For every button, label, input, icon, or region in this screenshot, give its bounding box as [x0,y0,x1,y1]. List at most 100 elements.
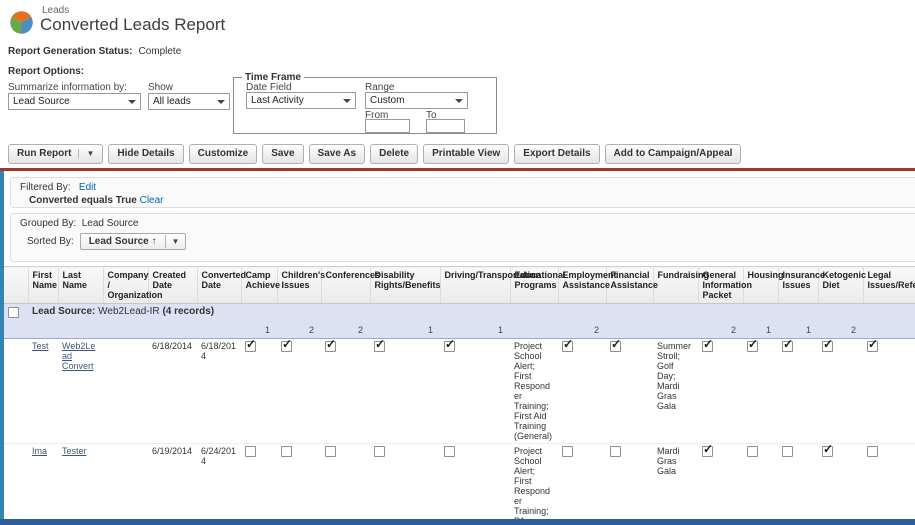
section-divider [0,168,915,171]
edit-filter-link[interactable]: Edit [79,182,96,193]
col-header-converted[interactable]: Converted Date [197,266,246,304]
report-options-heading: Report Options: [8,66,85,77]
ketogenic-checkbox[interactable] [822,444,833,457]
ketogenic-checkbox[interactable] [822,339,833,352]
clear-filter-link[interactable]: Clear [140,195,164,206]
cell-educational: Project School Alert; First Responder Tr… [510,338,558,444]
row-select-cell [4,443,28,525]
to-date-input[interactable] [426,119,465,133]
toolbar-button-save[interactable]: Save [262,144,304,164]
cell-educational: Project School Alert; First Responder Tr… [510,443,558,525]
lead-first-name-link[interactable]: Ima [32,446,47,456]
run-report-dropdown-icon[interactable]: ▼ [78,149,94,158]
sorted-by-label: Sorted By: [27,236,74,247]
group-select-checkbox[interactable] [8,307,19,318]
col-header-company[interactable]: Company / Organization [103,266,163,304]
insurance-checkbox[interactable] [782,339,793,352]
children-checkbox[interactable] [281,339,292,352]
filtered-by-panel: Filtered By: Edit Converted equals True … [10,177,915,208]
sort-dropdown-arrow-icon[interactable]: ▼ [164,235,186,248]
grouped-by-panel: Grouped By: Lead Source Sorted By: Lead … [10,213,915,262]
sort-dropdown[interactable]: Lead Source ↑ ▼ [79,233,187,250]
lead-first-name-link[interactable]: Test [32,341,49,351]
housing-checkbox[interactable] [747,339,758,352]
filtered-by-label: Filtered By: [20,182,71,193]
col-header-camp[interactable]: Camp Achieve [241,266,280,304]
camp-checkbox[interactable] [245,339,256,352]
cell-converted: 6/24/2014 [197,443,241,525]
group-count-created [148,323,197,339]
group-count-company [103,323,148,339]
col-header-insurance[interactable]: Insurance Issues [778,266,825,304]
report-generation-status: Report Generation Status: Complete [8,46,181,57]
group-count-last [58,323,103,339]
toolbar-button-printable-view[interactable]: Printable View [423,144,510,164]
toolbar-button-export-details[interactable]: Export Details [514,144,600,164]
col-header-ketogenic[interactable]: Ketogenic Diet [818,266,866,304]
table-row: Test Web2Lead Convert 6/18/20146/18/2014 Pr… [4,338,915,444]
col-header-conferences[interactable]: Conferences [321,266,380,304]
group-count-first [28,323,58,339]
group-count-educational [510,323,558,339]
lead-last-name-link[interactable]: Web2Lead Convert [62,341,95,371]
legal-checkbox[interactable] [867,446,878,457]
col-header-sel[interactable] [4,266,29,304]
financial-checkbox[interactable] [610,446,621,457]
disability-checkbox[interactable] [374,339,385,352]
cell-created: 6/18/2014 [148,338,197,444]
employment-checkbox[interactable] [562,446,573,457]
filter-condition: Converted equals True [29,195,137,206]
report-pie-icon [10,11,33,34]
driving-checkbox[interactable] [444,446,455,457]
toolbar-button-delete[interactable]: Delete [370,144,419,164]
col-header-driving[interactable]: Driving/Transportation [440,266,541,304]
show-label: Show [148,82,174,93]
toolbar-button-add-to-campaign-appeal[interactable]: Add to Campaign/Appeal [604,144,742,164]
show-select[interactable]: All leads [148,93,230,110]
camp-checkbox[interactable] [245,446,256,457]
group-count-sel [4,323,28,339]
table-row: Ima Tester 6/19/2014 6/24/2014 Project Schoo… [4,443,915,525]
driving-checkbox[interactable] [444,339,455,352]
col-header-financial[interactable]: Financial Assistance [606,266,658,304]
conferences-checkbox[interactable] [325,339,336,352]
conferences-checkbox[interactable] [325,446,336,457]
summarize-select[interactable]: Lead Source [8,93,141,110]
cell-company [103,338,148,444]
col-header-employment[interactable]: Employment Assistance [558,266,617,304]
col-header-fundraising[interactable]: Fundraising [653,266,709,304]
sort-ascending-icon: ↑ [151,236,157,247]
employment-checkbox[interactable] [562,339,573,352]
toolbar-button-customize[interactable]: Customize [188,144,258,164]
financial-checkbox[interactable] [610,339,621,352]
toolbar-button-save-as[interactable]: Save As [308,144,366,164]
col-header-legal[interactable]: Legal Issues/Referral [863,266,915,304]
col-header-children[interactable]: Children's Issues [277,266,325,304]
gip-checkbox[interactable] [702,339,713,352]
report-table: First Name Last Name Company / Organizatio… [4,266,915,525]
row-select-cell [4,338,28,444]
housing-checkbox[interactable] [747,446,758,457]
gip-checkbox[interactable] [702,444,713,457]
toolbar: Run Report ▼ Hide Details Customize Save Sav… [8,144,742,164]
insurance-checkbox[interactable] [782,446,793,457]
col-header-first[interactable]: First Name [28,266,59,304]
legal-checkbox[interactable] [867,339,878,352]
col-header-last[interactable]: Last Name [58,266,104,304]
cell-created: 6/19/2014 [148,443,197,525]
group-select-cell [4,303,28,323]
run-report-button[interactable]: Run Report ▼ [8,144,104,164]
toolbar-button-hide-details[interactable]: Hide Details [108,144,184,164]
group-count-converted [197,323,241,339]
range-select[interactable]: Custom [365,92,468,109]
col-header-disability[interactable]: Disability Rights/Benefits [370,266,441,304]
date-field-select[interactable]: Last Activity [246,92,356,109]
group-header: Lead Source: Web2Lead-IR (4 records) [28,303,915,323]
cell-converted: 6/18/2014 [197,338,241,444]
col-header-gip[interactable]: General Information Packet [698,266,752,304]
disability-checkbox[interactable] [374,446,385,457]
col-header-educational[interactable]: Educational Programs [510,266,566,304]
from-date-input[interactable] [365,119,410,133]
children-checkbox[interactable] [281,446,292,457]
lead-last-name-link[interactable]: Tester [62,446,87,456]
